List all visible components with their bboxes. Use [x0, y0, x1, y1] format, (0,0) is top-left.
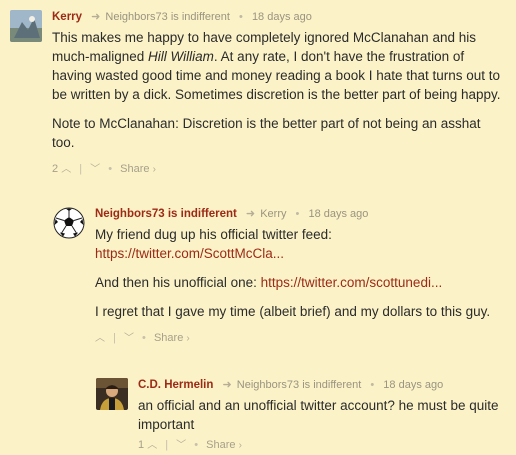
reply-arrow-icon: ➜ — [91, 11, 101, 23]
chevron-down-icon[interactable]: ﹀ — [90, 164, 100, 175]
reply-arrow-icon: ➜ — [245, 208, 256, 220]
timestamp[interactable]: 18 days ago — [252, 11, 312, 23]
comment-paragraph: This makes me happy to have completely i… — [52, 28, 506, 104]
chevron-right-icon[interactable]: › — [153, 164, 156, 175]
text-segment: And then his unofficial one: — [95, 275, 261, 290]
comment-actions: 2 ︿ | ﹀ • Share › — [52, 160, 506, 175]
divider: | — [165, 439, 169, 451]
comment-text: My friend dug up his official twitter fe… — [95, 225, 506, 321]
comment-meta: Neighbors73 is indifferent ➜ Kerry • 18 … — [95, 207, 506, 221]
divider: | — [79, 163, 83, 175]
reply-to-name[interactable]: Neighbors73 is indifferent — [237, 379, 362, 391]
comment-paragraph: And then his unofficial one: https://twi… — [95, 273, 506, 292]
comment-meta: Kerry ➜ Neighbors73 is indifferent • 18 … — [52, 10, 506, 24]
vote-count: 1 — [138, 439, 145, 451]
comment-paragraph: Note to McClanahan: Discretion is the be… — [52, 116, 481, 150]
separator-dot: • — [142, 332, 146, 344]
comment-paragraph: I regret that I gave my time (albeit bri… — [95, 304, 491, 319]
chevron-down-icon[interactable]: ﹀ — [176, 440, 186, 451]
avatar-kerry[interactable] — [10, 10, 42, 42]
timestamp[interactable]: 18 days ago — [308, 208, 368, 220]
chevron-down-icon[interactable]: ﹀ — [124, 333, 134, 344]
share-link[interactable]: Share — [120, 163, 149, 175]
comment-actions: 1 ︿ | ﹀ • Share › — [138, 436, 506, 451]
italic-title: Hill William — [148, 49, 214, 64]
comment-text: This makes me happy to have completely i… — [52, 28, 506, 152]
chevron-up-icon[interactable]: ︿ — [95, 333, 105, 344]
reply-to-name[interactable]: Kerry — [260, 208, 286, 220]
comment-body: C.D. Hermelin ➜ Neighbors73 is indiffere… — [138, 378, 506, 451]
comment-meta: C.D. Hermelin ➜ Neighbors73 is indiffere… — [138, 378, 506, 392]
comment-paragraph: an official and an unofficial twitter ac… — [138, 398, 499, 432]
vote-count: 2 — [52, 163, 59, 175]
author-name[interactable]: Neighbors73 is indifferent — [95, 208, 237, 220]
reply-arrow-icon: ➜ — [222, 379, 232, 391]
text-segment: My friend dug up his official twitter fe… — [95, 227, 332, 242]
author-name[interactable]: Kerry — [52, 11, 82, 23]
share-link[interactable]: Share — [206, 439, 235, 451]
chevron-up-icon[interactable]: ︿ — [61, 164, 71, 175]
chevron-right-icon[interactable]: › — [186, 333, 189, 344]
soccer-ball-icon — [53, 207, 85, 239]
share-link[interactable]: Share — [154, 332, 183, 344]
avatar-cd-hermelin-image — [96, 378, 128, 410]
comment-actions: ︿ | ﹀ • Share › — [95, 329, 506, 344]
divider: | — [113, 332, 116, 344]
reply-to-name[interactable]: Neighbors73 is indifferent — [105, 11, 230, 23]
comment-body: Kerry ➜ Neighbors73 is indifferent • 18 … — [52, 10, 506, 175]
twitter-link-unofficial[interactable]: https://twitter.com/scottunedi... — [261, 275, 443, 290]
separator-dot: • — [239, 11, 243, 23]
avatar-cd-hermelin[interactable] — [96, 378, 128, 410]
separator-dot: • — [108, 163, 113, 175]
chevron-up-icon[interactable]: ︿ — [147, 440, 157, 451]
separator-dot: • — [194, 439, 199, 451]
comment-text: an official and an unofficial twitter ac… — [138, 396, 506, 434]
avatar-neighbors73[interactable] — [53, 207, 85, 239]
timestamp[interactable]: 18 days ago — [383, 379, 443, 391]
twitter-link-official[interactable]: https://twitter.com/ScottMcCla... — [95, 246, 284, 261]
comment-paragraph: My friend dug up his official twitter fe… — [95, 225, 506, 263]
chevron-right-icon[interactable]: › — [239, 440, 242, 451]
author-name[interactable]: C.D. Hermelin — [138, 379, 213, 391]
comment-body: Neighbors73 is indifferent ➜ Kerry • 18 … — [95, 207, 506, 344]
separator-dot: • — [295, 208, 300, 220]
avatar-kerry-image — [10, 10, 42, 42]
separator-dot: • — [370, 379, 375, 391]
